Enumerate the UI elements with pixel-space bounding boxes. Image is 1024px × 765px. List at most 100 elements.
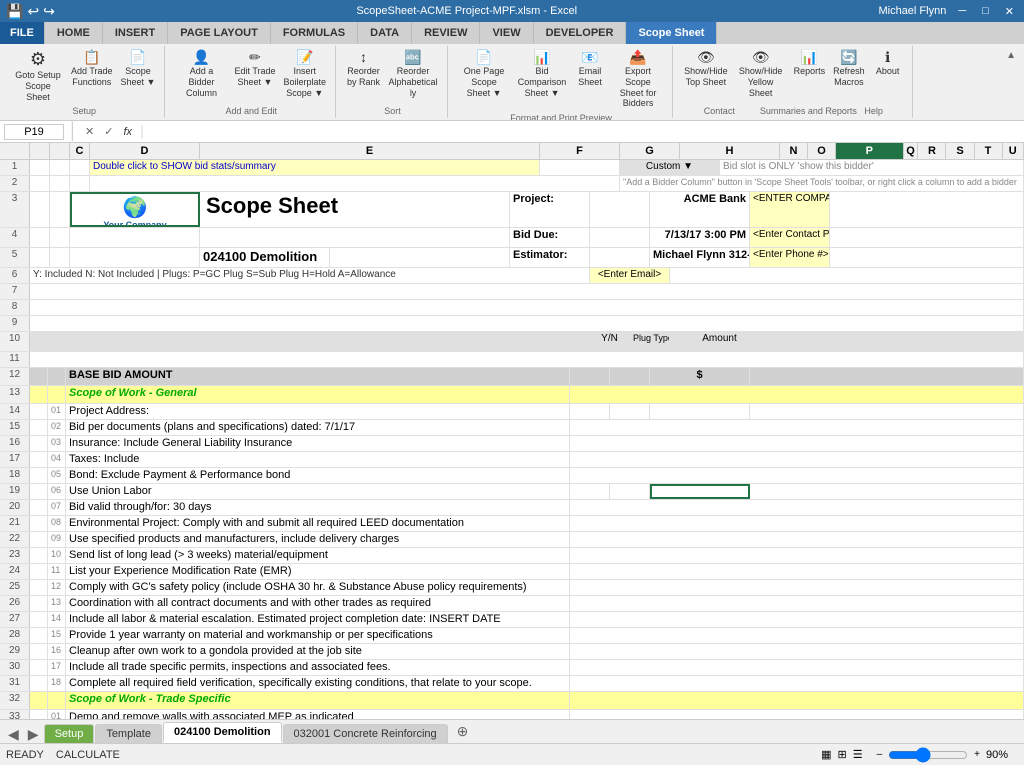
col-header-h[interactable]: H [680, 143, 780, 159]
scope-item-2[interactable]: Bid per documents (plans and specificati… [66, 420, 570, 435]
scope-sheet-button[interactable]: 📄 ScopeSheet ▼ [118, 48, 159, 90]
row-25: 25 12 Comply with GC's safety policy (in… [0, 580, 1024, 596]
export-scope-button[interactable]: 📤 Export ScopeSheet for Bidders [610, 48, 666, 111]
scope-item-8[interactable]: Environmental Project: Comply with and s… [66, 516, 570, 531]
tab-review[interactable]: REVIEW [412, 22, 480, 44]
view-layout-icon[interactable]: ⊞ [838, 748, 847, 761]
bid-due-value[interactable]: 7/13/17 3:00 PM [650, 228, 750, 247]
formula-input[interactable] [150, 125, 1020, 139]
scope-item-16[interactable]: Cleanup after own work to a gondola prov… [66, 644, 570, 659]
email-sheet-button[interactable]: 📧 EmailSheet [572, 48, 608, 90]
insert-function-button[interactable]: fx [120, 126, 135, 138]
confirm-formula-button[interactable]: ✓ [101, 125, 116, 138]
reports-button[interactable]: 📊 Reports [791, 48, 829, 79]
base-bid-amount[interactable]: $ [650, 368, 750, 385]
scope-item-6[interactable]: Use Union Labor [66, 484, 570, 499]
add-sheet-button[interactable]: ⊕ [449, 720, 477, 743]
trade-item-1[interactable]: Demo and remove walls with associated ME… [66, 710, 570, 719]
scope-item-4[interactable]: Taxes: Include [66, 452, 570, 467]
row-22: 22 09 Use specified products and manufac… [0, 532, 1024, 548]
show-hide-yellow-sheet-button[interactable]: 👁 Show/HideYellow Sheet [733, 48, 789, 100]
about-button[interactable]: ℹ About [870, 48, 906, 79]
tab-home[interactable]: HOME [45, 22, 103, 44]
scope-item-14[interactable]: Include all labor & material escalation.… [66, 612, 570, 627]
selected-cell-p19[interactable] [650, 484, 750, 499]
ribbon-collapse-button[interactable]: ▲ [1002, 46, 1020, 118]
show-hide-top-sheet-button[interactable]: 👁 Show/HideTop Sheet [681, 48, 731, 90]
reorder-alphabetically-button[interactable]: 🔤 ReorderAlphabetically [385, 48, 441, 100]
col-header-o[interactable]: O [808, 143, 836, 159]
nav-left-button[interactable]: ◀ [4, 726, 23, 743]
custom-dropdown[interactable]: Custom ▼ [620, 160, 720, 175]
minimize-button[interactable]: ─ [954, 5, 970, 17]
tab-insert[interactable]: INSERT [103, 22, 168, 44]
estimator-value[interactable]: Michael Flynn 312-600-4414 [650, 248, 750, 267]
scope-item-15[interactable]: Provide 1 year warranty on material and … [66, 628, 570, 643]
sheet-tab-template[interactable]: Template [95, 724, 162, 743]
col-header-q[interactable]: Q [904, 143, 919, 159]
tab-data[interactable]: DATA [358, 22, 412, 44]
format-buttons: 📄 One PageScope Sheet ▼ 📊 Bid Comparison… [456, 48, 666, 111]
row-20: 20 07 Bid valid through/for: 30 days [0, 500, 1024, 516]
add-bidder-column-button[interactable]: 👤 Add a BidderColumn [173, 48, 229, 100]
col-header-b[interactable] [50, 143, 70, 159]
scope-item-10[interactable]: Send list of long lead (> 3 weeks) mater… [66, 548, 570, 563]
close-button[interactable]: ✕ [1001, 5, 1018, 18]
view-normal-icon[interactable]: ▦ [821, 748, 831, 761]
col-header-g[interactable]: G [620, 143, 680, 159]
email-placeholder[interactable]: <Enter Email> [590, 268, 670, 283]
zoom-slider[interactable] [888, 747, 968, 763]
scope-item-11[interactable]: List your Experience Modification Rate (… [66, 564, 570, 579]
boilerplate-icon: 📝 [296, 50, 313, 64]
maximize-button[interactable]: □ [978, 5, 993, 17]
company-1-name[interactable]: <ENTER COMPANY 1 NAME> [750, 192, 830, 227]
add-trade-functions-button[interactable]: 📋 Add TradeFunctions [68, 48, 116, 90]
col-header-e[interactable]: E [200, 143, 540, 159]
scope-item-5[interactable]: Bond: Exclude Payment & Performance bond [66, 468, 570, 483]
bid-comparison-sheet-button[interactable]: 📊 Bid ComparisonSheet ▼ [514, 48, 570, 100]
col-header-s[interactable]: S [946, 143, 974, 159]
refresh-macros-button[interactable]: 🔄 RefreshMacros [830, 48, 868, 90]
col-header-t[interactable]: T [975, 143, 1003, 159]
sheet-tab-setup[interactable]: Setup [44, 724, 95, 743]
scope-item-13[interactable]: Coordination with all contract documents… [66, 596, 570, 611]
base-bid-label: BASE BID AMOUNT [66, 368, 570, 385]
cell-reference-input[interactable] [4, 124, 64, 140]
contact-person[interactable]: <Enter Contact Person> [750, 228, 830, 247]
tab-scope-sheet[interactable]: Scope Sheet [626, 22, 717, 44]
col-header-a[interactable] [30, 143, 50, 159]
col-header-u[interactable]: U [1003, 143, 1024, 159]
sheet-tab-demolition[interactable]: 024100 Demolition [163, 722, 282, 743]
tab-formulas[interactable]: FORMULAS [271, 22, 358, 44]
one-page-scope-sheet-button[interactable]: 📄 One PageScope Sheet ▼ [456, 48, 512, 100]
tab-view[interactable]: VIEW [480, 22, 533, 44]
col-header-c[interactable]: C [70, 143, 90, 159]
scope-item-1[interactable]: Project Address: [66, 404, 570, 419]
show-bid-stats-link[interactable]: Double click to SHOW bid stats/summary [90, 160, 540, 175]
sheet-tab-concrete[interactable]: 032001 Concrete Reinforcing [283, 724, 448, 743]
view-page-break-icon[interactable]: ☰ [853, 748, 863, 761]
col-header-d[interactable]: D [90, 143, 200, 159]
spreadsheet: C D E F G H N O P Q R S T U 1 Double cli… [0, 143, 1024, 719]
tab-file[interactable]: FILE [0, 22, 45, 44]
scope-item-9[interactable]: Use specified products and manufacturers… [66, 532, 570, 547]
scope-item-18[interactable]: Complete all required field verification… [66, 676, 570, 691]
tab-developer[interactable]: DEVELOPER [534, 22, 627, 44]
col-header-n[interactable]: N [780, 143, 808, 159]
col-header-p[interactable]: P [836, 143, 904, 159]
project-value[interactable]: ACME Bank [650, 192, 750, 227]
col-header-r[interactable]: R [918, 143, 946, 159]
reorder-by-rank-button[interactable]: ↕ Reorderby Rank [344, 48, 383, 90]
cancel-formula-button[interactable]: ✕ [82, 125, 97, 138]
goto-setup-button[interactable]: ⚙ Goto SetupScope Sheet [10, 48, 66, 104]
phone-number[interactable]: <Enter Phone #> [750, 248, 830, 267]
scope-item-12[interactable]: Comply with GC's safety policy (include … [66, 580, 570, 595]
edit-trade-sheet-button[interactable]: ✏ Edit TradeSheet ▼ [231, 48, 278, 90]
tab-page-layout[interactable]: PAGE LAYOUT [168, 22, 271, 44]
col-header-f[interactable]: F [540, 143, 620, 159]
insert-boilerplate-button[interactable]: 📝 InsertBoilerplateScope ▼ [281, 48, 330, 100]
scope-item-3[interactable]: Insurance: Include General Liability Ins… [66, 436, 570, 451]
scope-item-7[interactable]: Bid valid through/for: 30 days [66, 500, 570, 515]
nav-right-button[interactable]: ▶ [24, 726, 43, 743]
scope-item-17[interactable]: Include all trade specific permits, insp… [66, 660, 570, 675]
